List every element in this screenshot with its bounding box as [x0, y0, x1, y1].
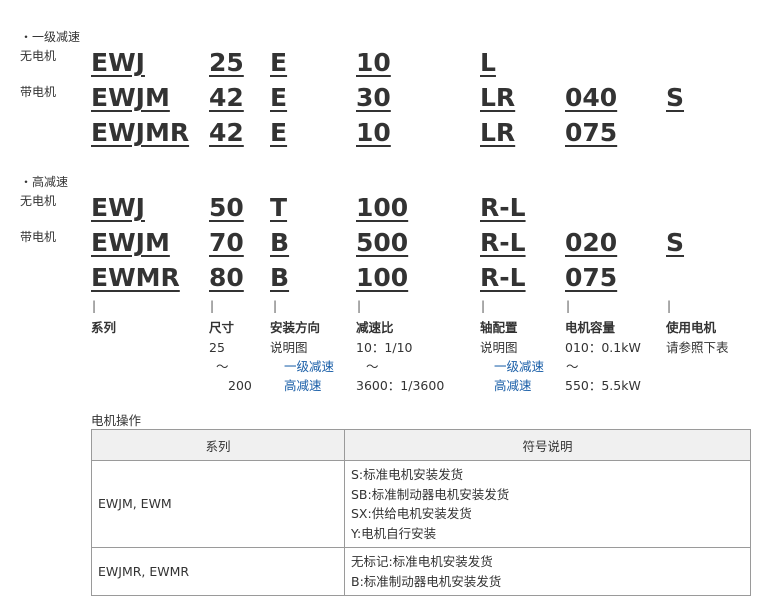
code-ratio: 100 — [356, 193, 409, 222]
row-series: EWJMR, EWMR — [91, 547, 345, 596]
code-capacity: 075 — [565, 263, 618, 292]
header-series: 系列 — [91, 429, 345, 461]
section1-title: ・一级减速 — [20, 30, 81, 44]
code-size: 42 — [209, 83, 244, 112]
legend-size-label: 尺寸 — [209, 320, 235, 335]
motor-ops-table: 系列 符号说明 EWJM, EWM S:标准电机安装发货 SB:标准制动器电机安… — [91, 429, 751, 596]
code-shaft: R-L — [480, 263, 526, 292]
ratio-max: 3600：1/3600 — [356, 378, 445, 393]
ratio-min: 10：1/10 — [356, 340, 413, 355]
code-mount: B — [270, 228, 290, 257]
code-motor: S — [666, 228, 685, 257]
code-shaft: R-L — [480, 228, 526, 257]
symbol-line: 无标记:标准电机安装发货 — [351, 554, 493, 569]
code-size: 25 — [209, 48, 244, 77]
row-symbols: 无标记:标准电机安装发货 B:标准制动器电机安装发货 — [344, 547, 751, 596]
row-series: EWJM, EWM — [91, 460, 345, 548]
legend-motor-label: 使用电机 — [666, 320, 717, 335]
symbol-line: S:标准电机安装发货 — [351, 467, 464, 482]
section2-title: ・高减速 — [20, 175, 69, 189]
code-series: EWJM — [91, 83, 170, 112]
legend-pipe: | — [210, 299, 215, 313]
code-ratio: 100 — [356, 263, 409, 292]
legend-shaft-label: 轴配置 — [480, 320, 518, 335]
row-symbols: S:标准电机安装发货 SB:标准制动器电机安装发货 SX:供给电机安装发货 Y:… — [344, 460, 751, 548]
code-ratio: 500 — [356, 228, 409, 257]
legend-mount-label: 安装方向 — [270, 320, 321, 335]
section2-label-with-motor: 带电机 — [20, 230, 57, 244]
symbol-line: B:标准制动器电机安装发货 — [351, 573, 502, 589]
size-range-sep: ～ — [216, 359, 229, 374]
code-mount: E — [270, 83, 288, 112]
code-ratio: 10 — [356, 118, 391, 147]
symbol-line: Y:电机自行安装 — [351, 525, 437, 541]
code-mount: E — [270, 118, 288, 147]
code-series: EWJMR — [91, 118, 190, 147]
code-size: 50 — [209, 193, 244, 222]
code-shaft: L — [480, 48, 496, 77]
code-ratio: 30 — [356, 83, 391, 112]
code-capacity: 075 — [565, 118, 618, 147]
legend-pipe: | — [273, 299, 278, 313]
code-ratio: 10 — [356, 48, 391, 77]
legend-pipe: | — [481, 299, 486, 313]
code-shaft: LR — [480, 118, 516, 147]
size-max: 200 — [228, 378, 252, 393]
code-mount: E — [270, 48, 288, 77]
motor-note: 请参照下表 — [666, 340, 729, 355]
mount-link-high-reduction[interactable]: 高减速 — [284, 378, 322, 393]
capacity-min: 010：0.1kW — [565, 340, 641, 355]
code-size: 70 — [209, 228, 244, 257]
legend-pipe: | — [667, 299, 672, 313]
mount-link-single-stage[interactable]: 一级减速 — [284, 359, 334, 374]
ratio-range-sep: ～ — [366, 359, 379, 374]
symbol-line: SB:标准制动器电机安装发货 — [351, 486, 510, 502]
code-capacity: 040 — [565, 83, 618, 112]
shaft-link-single-stage[interactable]: 一级减速 — [494, 359, 544, 374]
table-row: EWJM, EWM S:标准电机安装发货 SB:标准制动器电机安装发货 SX:供… — [91, 460, 751, 548]
code-size: 80 — [209, 263, 244, 292]
code-capacity: 020 — [565, 228, 618, 257]
shaft-diagram-text: 说明图 — [480, 340, 518, 355]
capacity-max: 550：5.5kW — [565, 378, 641, 393]
legend-pipe: | — [357, 299, 362, 313]
mount-diagram-text: 说明图 — [270, 340, 308, 355]
section1-label-with-motor: 带电机 — [20, 85, 57, 99]
legend-capacity-label: 电机容量 — [565, 320, 616, 335]
table-header-row: 系列 符号说明 — [91, 429, 751, 461]
shaft-link-high-reduction[interactable]: 高减速 — [494, 378, 532, 393]
symbol-line: SX:供给电机安装发货 — [351, 506, 472, 521]
legend-pipe: | — [92, 299, 97, 313]
header-symbol: 符号说明 — [344, 429, 751, 461]
legend-series-label: 系列 — [91, 320, 117, 335]
code-mount: B — [270, 263, 290, 292]
legend-pipe: | — [566, 299, 571, 313]
table-row: EWJMR, EWMR 无标记:标准电机安装发货 B:标准制动器电机安装发货 — [91, 547, 751, 596]
section2-label-no-motor: 无电机 — [20, 194, 57, 208]
size-min: 25 — [209, 340, 225, 355]
code-shaft: LR — [480, 83, 516, 112]
code-mount: T — [270, 193, 288, 222]
code-series: EWMR — [91, 263, 180, 292]
motor-ops-title: 电机操作 — [91, 413, 142, 428]
code-shaft: R-L — [480, 193, 526, 222]
code-series: EWJ — [91, 193, 145, 222]
code-motor: S — [666, 83, 685, 112]
legend-ratio-label: 减速比 — [356, 320, 394, 335]
code-series: EWJM — [91, 228, 170, 257]
code-series: EWJ — [91, 48, 145, 77]
code-size: 42 — [209, 118, 244, 147]
capacity-range-sep: ～ — [566, 359, 579, 374]
section1-label-no-motor: 无电机 — [20, 49, 57, 63]
